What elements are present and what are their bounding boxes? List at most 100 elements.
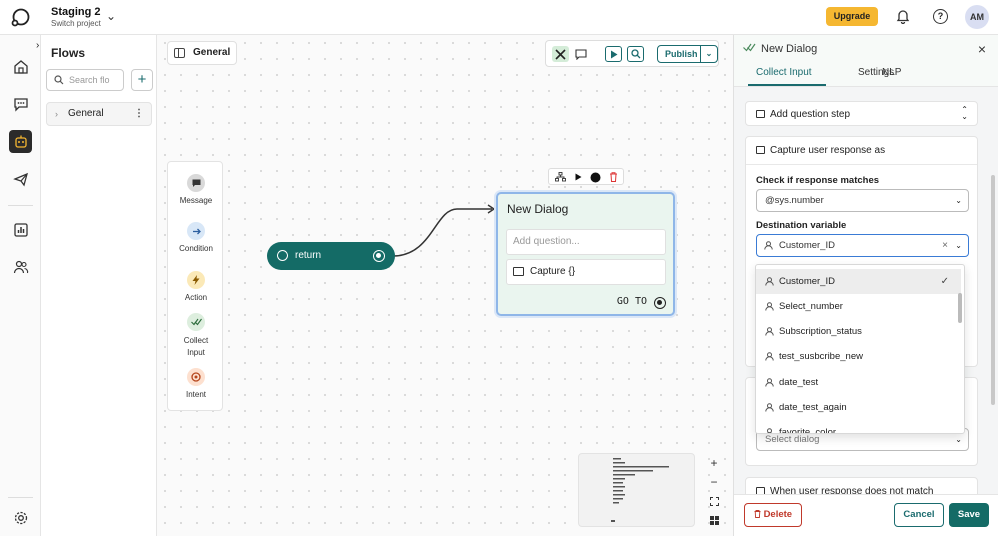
left-rail xyxy=(0,35,41,536)
dropdown-option[interactable]: date_test xyxy=(756,370,961,395)
select-dialog-placeholder: Select dialog xyxy=(765,434,820,445)
capture-label: Capture {} xyxy=(530,266,576,277)
return-node-label: return xyxy=(295,250,322,261)
dropdown-option[interactable]: Subscription_status xyxy=(756,319,961,344)
chevron-down-icon: ⌄ xyxy=(955,196,962,205)
option-label: date_test xyxy=(779,377,819,388)
no-match-row: When user response does not match xyxy=(756,486,933,494)
top-bar: Staging 2 Switch project ⌄ Upgrade ? AM xyxy=(0,0,998,35)
bell-icon[interactable] xyxy=(895,8,911,24)
layout-icon[interactable] xyxy=(705,511,723,529)
chevron-down-icon[interactable]: ⌄ xyxy=(106,9,116,23)
panel-footer: Delete Cancel Save xyxy=(734,494,998,536)
add-question-step-label: Add question step xyxy=(770,109,851,120)
delete-button[interactable]: Delete xyxy=(744,503,802,527)
upgrade-button[interactable]: Upgrade xyxy=(826,7,878,26)
option-label: Customer_ID xyxy=(779,276,835,287)
dropdown-option[interactable]: Select_number xyxy=(756,294,961,319)
delete-label: Delete xyxy=(763,509,793,520)
record-icon[interactable] xyxy=(589,171,601,183)
output-port[interactable] xyxy=(373,250,385,262)
home-icon[interactable] xyxy=(9,55,32,78)
analytics-icon[interactable] xyxy=(9,218,32,241)
flows-panel: › Flows Search flo + › General ⋮ xyxy=(36,35,157,536)
dropdown-scrollbar[interactable] xyxy=(958,293,962,323)
chevron-down-icon[interactable]: ⌄ xyxy=(955,235,962,256)
add-question-input[interactable]: Add question... xyxy=(506,229,666,255)
flow-item-general[interactable]: › General ⋮ xyxy=(46,102,152,126)
dropdown-option[interactable]: date_test_again xyxy=(756,395,961,420)
project-subtitle: Switch project xyxy=(51,19,101,28)
collapse-icon[interactable]: › xyxy=(36,40,39,51)
project-name: Staging 2 xyxy=(51,6,101,18)
project-switcher[interactable]: Staging 2 Switch project xyxy=(51,6,101,28)
scrollbar-thumb[interactable] xyxy=(991,175,995,405)
dialog-node-title: New Dialog xyxy=(507,202,569,216)
dropdown-option[interactable]: test_susbcribe_new xyxy=(756,344,961,369)
zoom-in-button[interactable]: + xyxy=(705,454,723,472)
trash-icon xyxy=(754,510,761,518)
output-port[interactable] xyxy=(654,297,666,309)
user-icon xyxy=(764,241,773,250)
return-node[interactable]: return xyxy=(267,242,395,270)
cancel-button[interactable]: Cancel xyxy=(894,503,944,527)
fit-view-icon[interactable] xyxy=(705,492,723,510)
save-button[interactable]: Save xyxy=(949,503,989,527)
check-value: @sys.number xyxy=(765,195,824,206)
hierarchy-icon[interactable] xyxy=(554,171,566,183)
user-icon xyxy=(765,378,774,387)
no-match-label: When user response does not match xyxy=(770,486,934,494)
dropdown-option[interactable]: Customer_ID ✓ xyxy=(756,269,961,294)
message-icon xyxy=(756,110,765,118)
help-icon[interactable]: ? xyxy=(933,9,948,24)
return-icon xyxy=(277,250,288,261)
add-question-step[interactable]: Add question step ⌃ ⌄ xyxy=(745,101,978,126)
bot-icon[interactable] xyxy=(9,130,32,153)
panel-title: New Dialog xyxy=(761,43,818,55)
destination-variable-select[interactable]: Customer_ID × ⌄ xyxy=(756,234,969,257)
user-icon xyxy=(765,302,774,311)
more-vertical-icon[interactable]: ⋮ xyxy=(134,103,144,125)
check-response-select[interactable]: @sys.number ⌄ xyxy=(756,189,969,212)
no-match-card[interactable]: When user response does not match xyxy=(745,477,978,494)
option-label: date_test_again xyxy=(779,402,847,413)
zoom-out-button[interactable]: − xyxy=(705,473,723,491)
add-flow-button[interactable]: + xyxy=(131,69,153,91)
rail-divider xyxy=(8,497,33,498)
node-toolbar xyxy=(548,168,624,185)
chevron-right-icon[interactable]: › xyxy=(55,103,58,125)
settings-icon[interactable] xyxy=(9,506,32,529)
search-flows-input[interactable]: Search flo xyxy=(46,69,124,91)
option-label: Select_number xyxy=(779,301,843,312)
capture-as-row: Capture user response as xyxy=(756,145,885,156)
double-check-icon xyxy=(743,43,756,52)
destination-label: Destination variable xyxy=(756,220,847,231)
active-tab-indicator xyxy=(748,84,826,86)
play-icon[interactable] xyxy=(572,171,584,183)
dialog-node[interactable]: New Dialog Add question... Capture {} GO… xyxy=(496,192,675,316)
check-label: Check if response matches xyxy=(756,175,880,186)
flow-canvas[interactable]: General Publish ⌄ Message Condition Acti… xyxy=(157,35,733,536)
option-label: test_susbcribe_new xyxy=(779,351,863,362)
tab-nlp[interactable]: NLP xyxy=(882,67,901,78)
app-logo-icon[interactable] xyxy=(11,7,31,27)
user-icon xyxy=(765,277,774,286)
avatar[interactable]: AM xyxy=(965,5,989,29)
trash-icon[interactable] xyxy=(607,171,619,183)
campaign-icon[interactable] xyxy=(9,167,32,190)
expand-icon[interactable]: ⌃ ⌄ xyxy=(961,106,968,121)
close-icon[interactable]: × xyxy=(978,41,986,57)
card-divider xyxy=(746,164,977,165)
zoom-controls: + − xyxy=(705,454,723,530)
chat-icon[interactable] xyxy=(9,92,32,115)
capture-row[interactable]: Capture {} xyxy=(506,259,666,285)
minimap[interactable] xyxy=(578,453,695,527)
option-label: favorite_color xyxy=(779,427,837,434)
tab-collect-input[interactable]: Collect Input xyxy=(756,67,812,78)
destination-variable-dropdown: Customer_ID ✓ Select_number Subscription… xyxy=(755,264,965,434)
capture-icon xyxy=(513,267,524,276)
panel-scrollbar[interactable] xyxy=(991,95,995,491)
users-icon[interactable] xyxy=(9,255,32,278)
dropdown-option[interactable]: favorite_color xyxy=(756,420,961,434)
clear-icon[interactable]: × xyxy=(942,235,948,256)
